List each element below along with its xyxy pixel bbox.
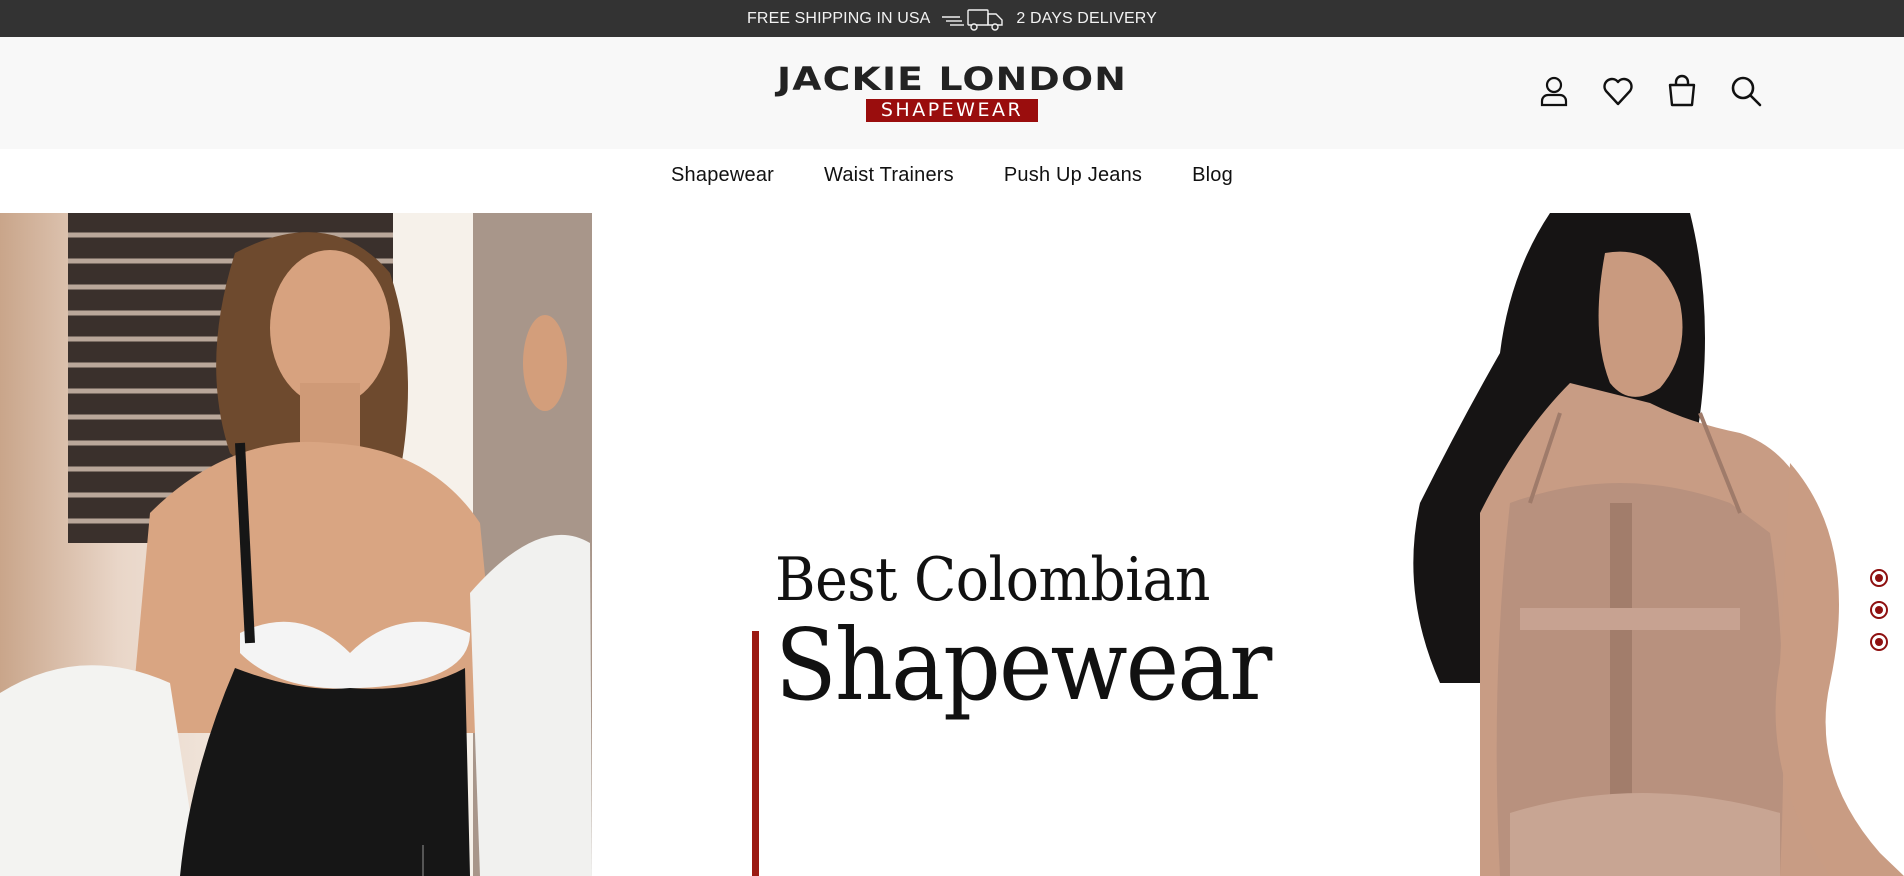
slider-dot-2[interactable] (1870, 601, 1888, 619)
slider-dot-3[interactable] (1870, 633, 1888, 651)
delivery-time-text: 2 DAYS DELIVERY (1016, 9, 1157, 27)
nav-item-push-up-jeans[interactable]: Push Up Jeans (1004, 164, 1142, 187)
slider-pagination (1870, 569, 1888, 651)
shopping-bag-icon[interactable] (1663, 72, 1701, 110)
account-icon[interactable] (1535, 72, 1573, 110)
search-icon[interactable] (1727, 72, 1765, 110)
nav-item-waist-trainers[interactable]: Waist Trainers (824, 164, 954, 187)
hero-model-photo-right (1360, 213, 1904, 876)
headline-accent-bar (752, 631, 759, 876)
brand-logo[interactable]: JACKIE LONDON SHAPEWEAR (766, 63, 1138, 122)
hero-headline-line1: Best Colombian (775, 545, 1211, 615)
free-shipping-text: FREE SHIPPING IN USA (747, 9, 931, 27)
slider-dot-1[interactable] (1870, 569, 1888, 587)
nav-item-shapewear[interactable]: Shapewear (671, 164, 774, 187)
delivery-truck-icon (940, 6, 1006, 32)
hero-headline-line2: Shapewear (775, 609, 1272, 723)
logo-wordmark: JACKIE LONDON (776, 60, 1128, 98)
logo-tagline: SHAPEWEAR (866, 99, 1038, 122)
site-header: JACKIE LONDON SHAPEWEAR (0, 37, 1904, 149)
wishlist-heart-icon[interactable] (1599, 72, 1637, 110)
hero-slider[interactable]: Best Colombian Shapewear (0, 213, 1904, 876)
header-actions (1535, 72, 1765, 110)
announcement-bar: FREE SHIPPING IN USA 2 DAYS DELIVERY (0, 0, 1904, 37)
hero-model-photo-left (0, 213, 592, 876)
hero-headline: Best Colombian Shapewear (775, 548, 1314, 718)
main-navigation: Shapewear Waist Trainers Push Up Jeans B… (0, 149, 1904, 213)
nav-item-blog[interactable]: Blog (1192, 164, 1233, 187)
